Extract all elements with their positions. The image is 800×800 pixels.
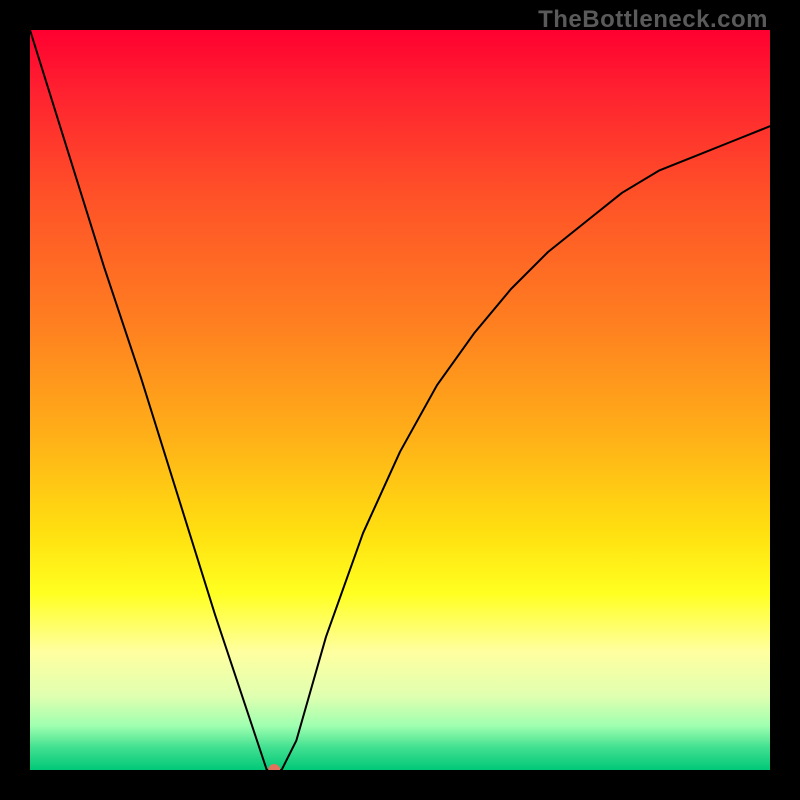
bottleneck-curve-path — [30, 30, 770, 770]
minimum-marker — [268, 764, 280, 770]
plot-area — [30, 30, 770, 770]
chart-stage: TheBottleneck.com — [0, 0, 800, 800]
curve-svg — [30, 30, 770, 770]
